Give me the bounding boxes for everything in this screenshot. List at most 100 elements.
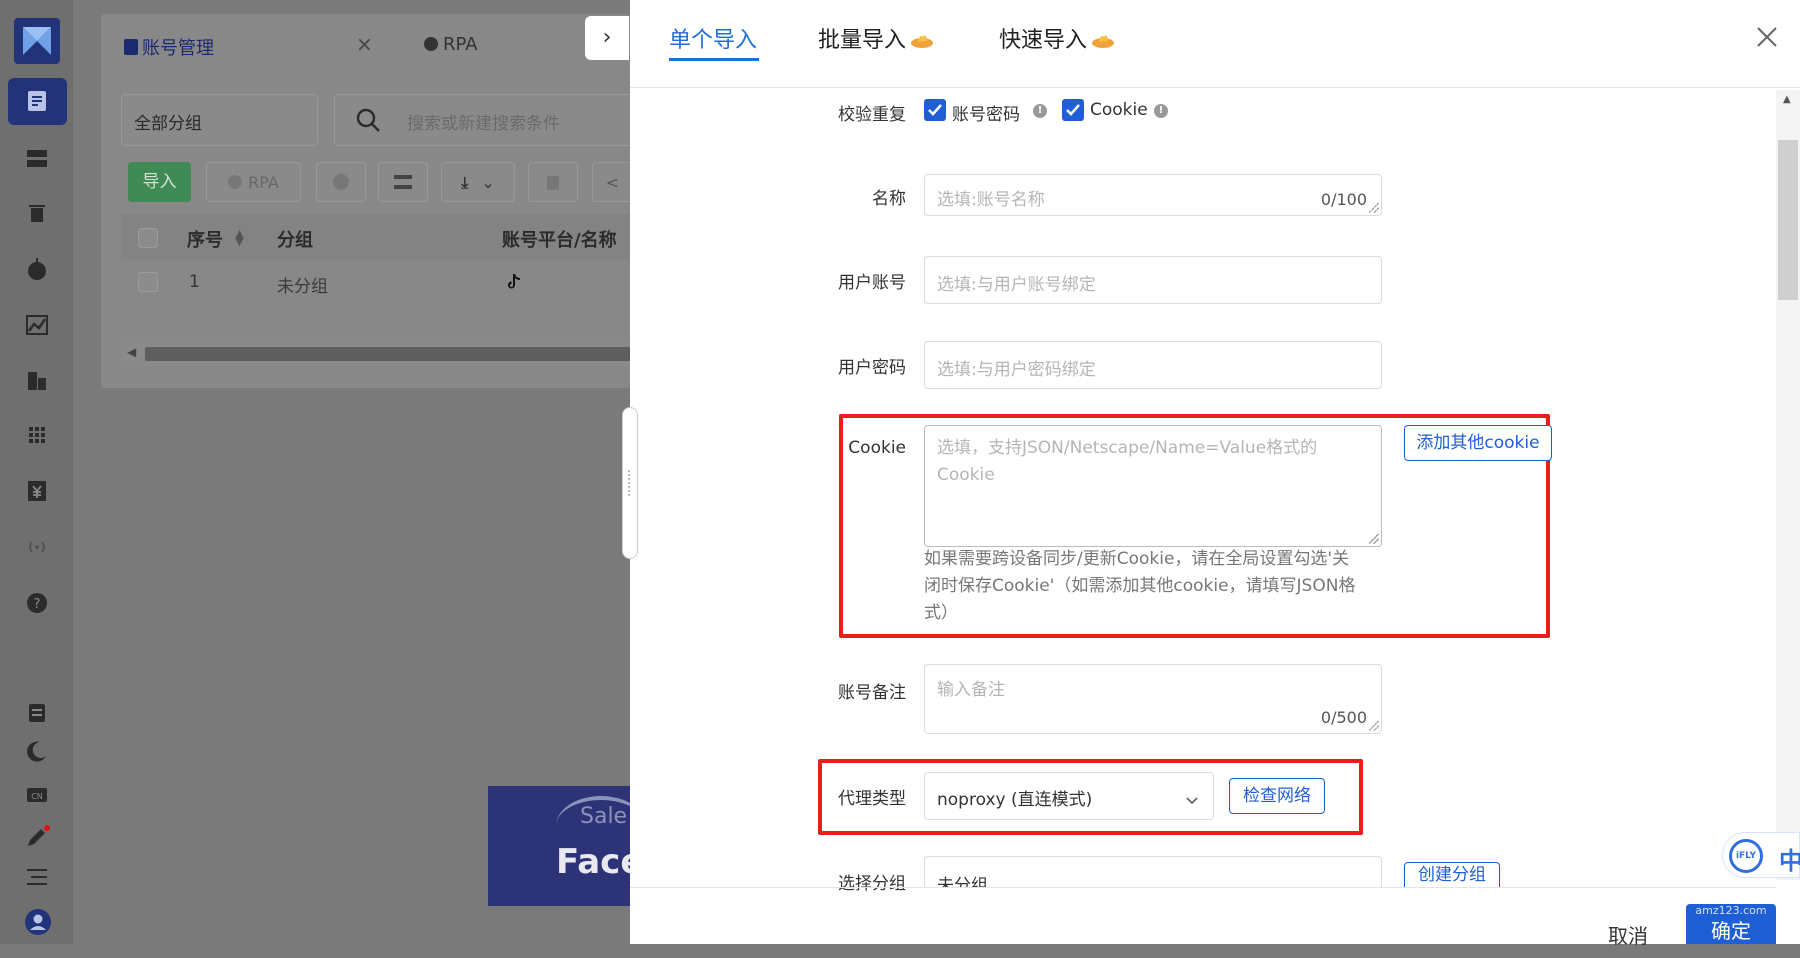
resize-grip-icon[interactable] <box>1369 203 1379 213</box>
search-placeholder: 搜索或新建搜索条件 <box>407 114 560 134</box>
name-input[interactable]: 选填:账号名称 0/100 <box>924 174 1382 216</box>
info-icon[interactable]: ! <box>1154 104 1168 118</box>
remark-placeholder: 输入备注 <box>937 680 1005 700</box>
checkbox-cookie[interactable] <box>1062 99 1084 121</box>
ime-language-indicator: 中 <box>1779 847 1800 875</box>
sort-icon[interactable]: ▲ ▼ <box>235 228 243 247</box>
toolbar-delete-button[interactable] <box>528 162 578 202</box>
trash-icon <box>547 176 559 190</box>
help-icon[interactable]: ? <box>24 590 50 616</box>
proxy-type-value: noproxy (直连模式) <box>937 790 1093 810</box>
checkbox-account-password[interactable] <box>924 99 946 121</box>
trash-icon[interactable] <box>24 200 50 226</box>
signal-icon[interactable] <box>24 534 50 560</box>
moon-icon[interactable] <box>24 738 50 764</box>
grip-icon <box>628 470 632 496</box>
user-password-input[interactable]: 选填:与用户密码绑定 <box>924 341 1382 389</box>
group-select[interactable]: 未分组 <box>924 856 1382 888</box>
user-account-placeholder: 选填:与用户账号绑定 <box>937 275 1096 295</box>
chevron-down-icon <box>1185 791 1199 811</box>
account-list-icon <box>124 39 138 55</box>
drawer-resize-handle[interactable] <box>622 407 638 559</box>
remark-input[interactable]: 输入备注 0/500 <box>924 664 1382 734</box>
drawer-vertical-scrollbar[interactable]: ▲ ▼ <box>1776 90 1800 880</box>
active-tab-indicator <box>669 58 759 61</box>
scrollbar-thumb[interactable] <box>145 347 633 361</box>
svg-text:?: ? <box>34 597 41 612</box>
toolbar-button-list[interactable] <box>378 162 428 202</box>
grid-icon[interactable] <box>24 422 50 448</box>
download-dropdown-button[interactable]: ⤓ ⌄ <box>441 162 515 202</box>
cookie-placeholder: 选填，支持JSON/Netscape/Name=Value格式的 Cookie <box>937 435 1317 489</box>
cookie-textarea[interactable]: 选填，支持JSON/Netscape/Name=Value格式的 Cookie <box>924 425 1382 547</box>
close-icon[interactable]: × <box>356 32 373 56</box>
tab-batch-import[interactable]: 批量导入 <box>818 22 934 54</box>
group-select-value: 未分组 <box>937 876 988 888</box>
fire-icon <box>1092 35 1115 48</box>
toolbar-button-circle[interactable] <box>316 162 366 202</box>
row-group: 未分组 <box>277 277 328 297</box>
account-list-icon[interactable] <box>8 78 67 125</box>
cookie-hint-line3: 式） <box>924 603 958 623</box>
user-account-label: 用户账号 <box>838 273 906 293</box>
add-other-cookie-button[interactable]: 添加其他cookie <box>1404 425 1552 461</box>
yen-icon[interactable] <box>24 478 50 504</box>
import-button[interactable]: 导入 <box>128 162 191 202</box>
group-select[interactable]: 全部分组 <box>121 94 318 146</box>
select-all-checkbox[interactable] <box>138 228 158 248</box>
tab-account-management[interactable]: 账号管理 <box>124 34 214 60</box>
cookie-hint-line1: 如果需要跨设备同步/更新Cookie，请在全局设置勾选'关 <box>924 549 1350 569</box>
close-icon[interactable] <box>1752 22 1782 52</box>
horizontal-scrollbar[interactable]: ◀ <box>121 342 633 366</box>
scroll-up-icon[interactable]: ▲ <box>1783 94 1791 105</box>
remark-label: 账号备注 <box>838 683 906 703</box>
cookie-placeholder-line1: 选填，支持JSON/Netscape/Name=Value格式的 <box>937 438 1318 458</box>
cookie-hint: 如果需要跨设备同步/更新Cookie，请在全局设置勾选'关 闭时保存Cookie… <box>924 546 1384 627</box>
row-checkbox[interactable] <box>138 272 158 292</box>
user-avatar-icon[interactable] <box>24 908 51 935</box>
search-input[interactable]: 搜索或新建搜索条件 <box>334 94 634 146</box>
tab-quick-import[interactable]: 快速导入 <box>999 22 1115 54</box>
rpa-button[interactable]: RPA <box>206 162 301 202</box>
ad-banner[interactable]: Sale Face <box>488 786 631 906</box>
document-icon[interactable] <box>24 700 50 726</box>
cn-icon[interactable]: CN <box>24 782 50 808</box>
tiktok-icon[interactable] <box>505 272 523 297</box>
column-header-index[interactable]: 序号 ▲ ▼ <box>187 226 244 252</box>
remark-char-counter: 0/500 <box>1320 708 1367 727</box>
left-rail: ? CN <box>0 0 73 944</box>
chevron-right-icon[interactable]: › <box>585 16 629 60</box>
rpa-icon[interactable] <box>24 256 50 282</box>
menu-icon[interactable] <box>24 864 50 890</box>
scrollbar-thumb[interactable] <box>1778 140 1798 300</box>
info-icon[interactable]: ! <box>1033 104 1047 118</box>
row-index: 1 <box>189 272 200 292</box>
cancel-button[interactable]: 取消 <box>1608 920 1648 949</box>
tab-single-import[interactable]: 单个导入 <box>669 22 757 54</box>
pen-icon[interactable] <box>24 824 50 850</box>
logo-icon[interactable] <box>14 18 60 64</box>
ime-widget[interactable]: iFLY 中 <box>1722 832 1800 878</box>
ifly-logo: iFLY <box>1729 839 1763 873</box>
check-network-button[interactable]: 检查网络 <box>1229 778 1325 814</box>
user-account-input[interactable]: 选填:与用户账号绑定 <box>924 256 1382 304</box>
user-password-placeholder: 选填:与用户密码绑定 <box>937 360 1096 380</box>
rpa-icon <box>424 37 438 51</box>
share-button[interactable]: < <box>592 162 632 202</box>
tab-rpa[interactable]: RPA <box>424 34 478 55</box>
user-password-label: 用户密码 <box>838 358 906 378</box>
chart-icon[interactable] <box>24 312 50 338</box>
proxy-type-select[interactable]: noproxy (直连模式) <box>924 772 1214 820</box>
resize-grip-icon[interactable] <box>1369 721 1379 731</box>
ad-text-sale: Sale <box>580 804 628 829</box>
rpa-icon <box>228 175 243 189</box>
scroll-left-icon[interactable]: ◀ <box>127 345 136 359</box>
server-icon[interactable] <box>24 146 50 172</box>
create-group-button[interactable]: 创建分组 <box>1404 862 1500 888</box>
building-icon[interactable] <box>24 368 50 394</box>
select-group-label: 选择分组 <box>838 874 906 894</box>
fire-icon <box>911 35 934 48</box>
resize-grip-icon[interactable] <box>1369 534 1379 544</box>
checkbox-label-cookie: Cookie <box>1090 100 1148 120</box>
download-icon: ⤓ <box>461 173 469 192</box>
